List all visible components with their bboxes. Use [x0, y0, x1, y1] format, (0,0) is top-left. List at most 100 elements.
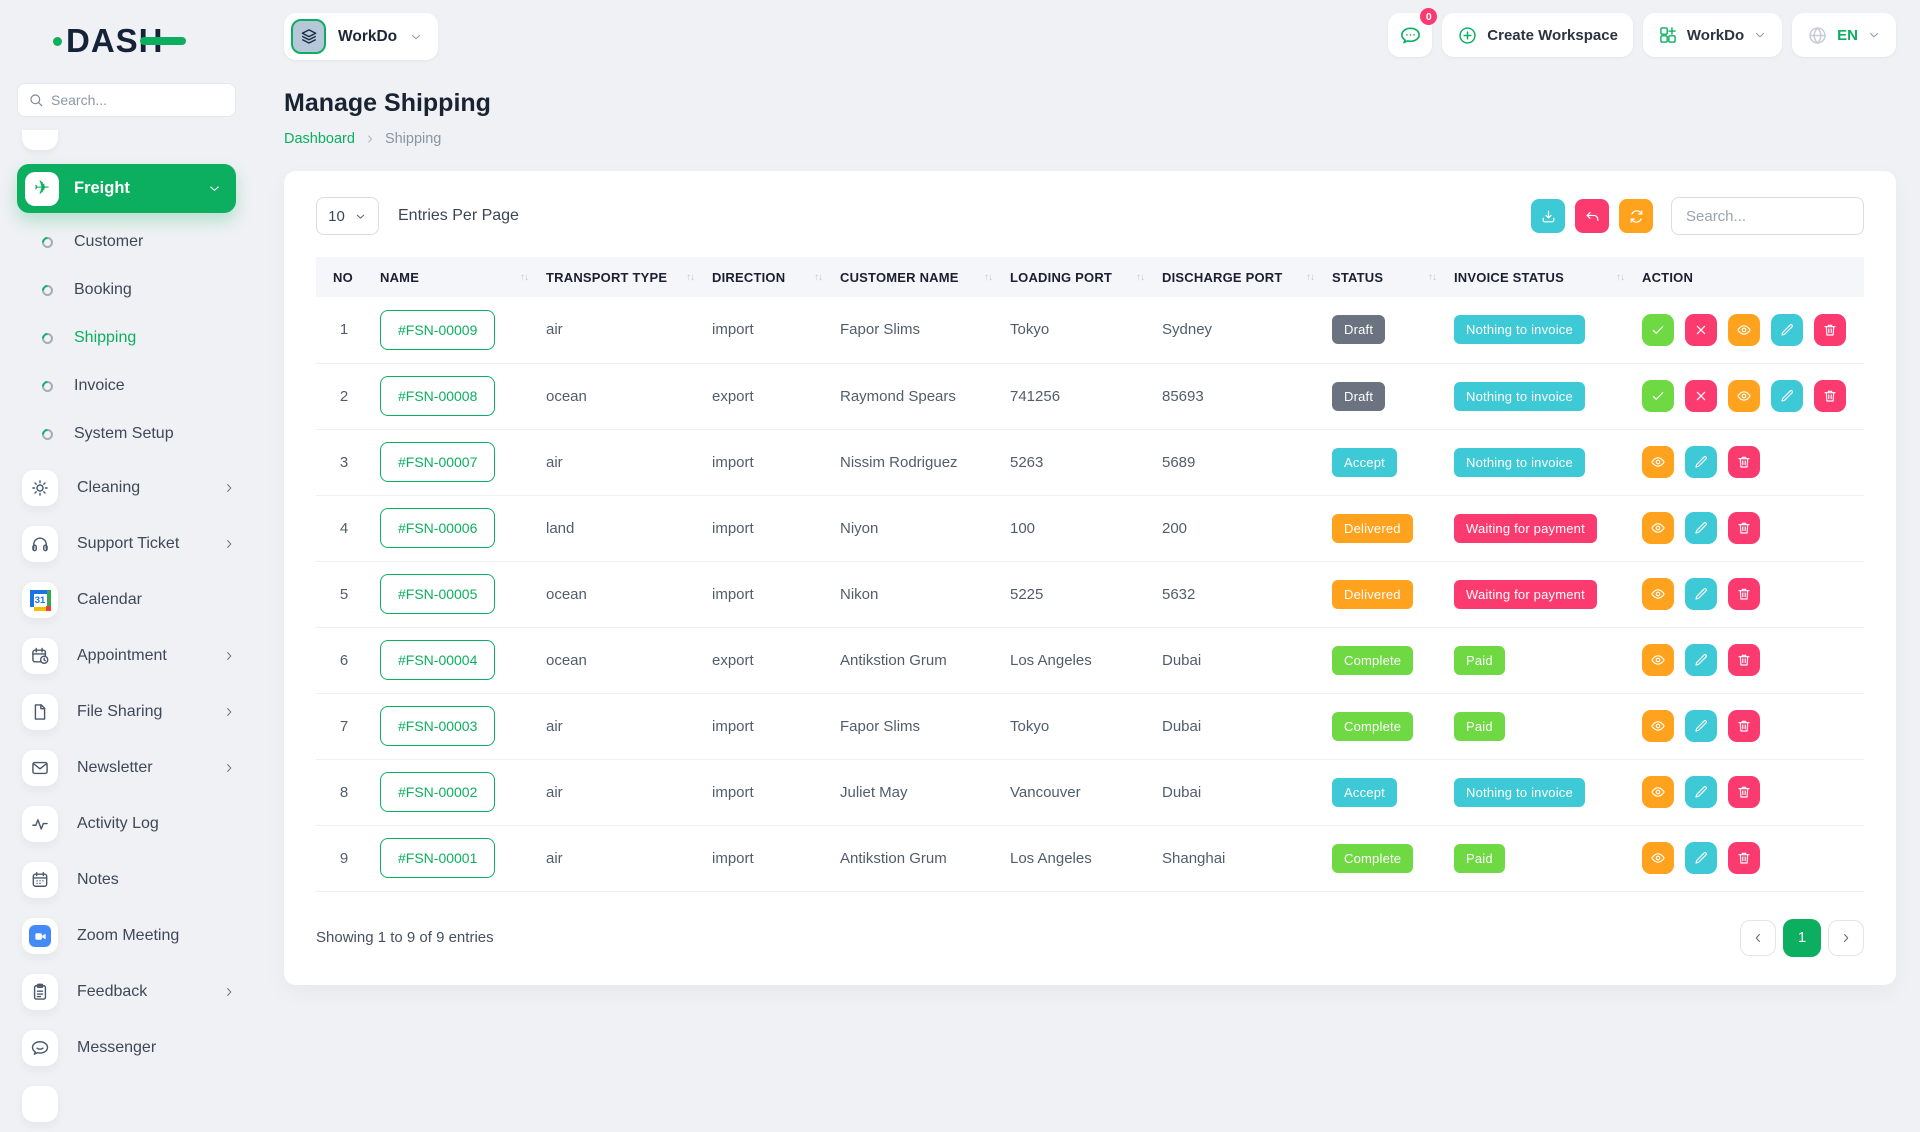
- sidebar-item-freight[interactable]: ✈ Freight: [17, 164, 236, 213]
- edit-button[interactable]: [1685, 842, 1717, 874]
- sidebar-item-messenger[interactable]: Messenger: [17, 1020, 236, 1076]
- shipment-name-link[interactable]: #FSN-00001: [380, 838, 495, 878]
- shipment-name-link[interactable]: #FSN-00007: [380, 442, 495, 482]
- sidebar-search-input[interactable]: [51, 92, 225, 108]
- column-invoice-status[interactable]: INVOICE STATUS↑↓: [1446, 257, 1634, 297]
- delete-button[interactable]: [1728, 710, 1760, 742]
- edit-button[interactable]: [1685, 446, 1717, 478]
- view-button[interactable]: [1642, 578, 1674, 610]
- messages-button[interactable]: 0: [1388, 13, 1432, 57]
- column-direction[interactable]: DIRECTION↑↓: [704, 257, 832, 297]
- edit-button[interactable]: [1685, 512, 1717, 544]
- view-button[interactable]: [1728, 380, 1760, 412]
- sidebar-item-calendar[interactable]: 31 Calendar: [17, 572, 236, 628]
- sidebar-item-system-setup[interactable]: System Setup: [17, 410, 236, 458]
- undo-button[interactable]: [1575, 199, 1609, 233]
- sidebar-item-newsletter[interactable]: Newsletter: [17, 740, 236, 796]
- approve-button[interactable]: [1642, 380, 1674, 412]
- refresh-button[interactable]: [1619, 199, 1653, 233]
- shipment-name-link[interactable]: #FSN-00004: [380, 640, 495, 680]
- check-icon: [1650, 388, 1666, 404]
- view-button[interactable]: [1642, 842, 1674, 874]
- pagination-next-button[interactable]: [1828, 920, 1864, 956]
- view-button[interactable]: [1642, 710, 1674, 742]
- status-badge: Draft: [1332, 382, 1385, 411]
- workspace-selector[interactable]: WorkDo: [284, 13, 438, 60]
- status-badge: Complete: [1332, 844, 1413, 873]
- edit-button[interactable]: [1771, 380, 1803, 412]
- delete-button[interactable]: [1728, 842, 1760, 874]
- shipment-name-link[interactable]: #FSN-00002: [380, 772, 495, 812]
- edit-button[interactable]: [1685, 710, 1717, 742]
- entries-per-page-label: Entries Per Page: [398, 207, 519, 225]
- view-button[interactable]: [1642, 446, 1674, 478]
- direction-cell: export: [704, 627, 832, 693]
- column-loading-port[interactable]: LOADING PORT↑↓: [1002, 257, 1154, 297]
- messages-badge: 0: [1420, 8, 1437, 25]
- column-transport-type[interactable]: TRANSPORT TYPE↑↓: [538, 257, 704, 297]
- pagination-page-1[interactable]: 1: [1783, 919, 1821, 957]
- table-row: 3 #FSN-00007 air import Nissim Rodriguez…: [316, 429, 1864, 495]
- sidebar-item-customer[interactable]: Customer: [17, 218, 236, 266]
- shipment-name-link[interactable]: #FSN-00006: [380, 508, 495, 548]
- delete-button[interactable]: [1728, 446, 1760, 478]
- row-number: 2: [316, 363, 372, 429]
- shipment-name-link[interactable]: #FSN-00003: [380, 706, 495, 746]
- column-status[interactable]: STATUS↑↓: [1324, 257, 1446, 297]
- workdo-menu-button[interactable]: WorkDo: [1643, 13, 1782, 57]
- sidebar-item-activity-log[interactable]: Activity Log: [17, 796, 236, 852]
- delete-button[interactable]: [1814, 314, 1846, 346]
- customer-name-cell: Raymond Spears: [832, 363, 1002, 429]
- undo-icon: [1584, 208, 1601, 225]
- sidebar-item-feedback[interactable]: Feedback: [17, 964, 236, 1020]
- pencil-icon: [1693, 784, 1709, 800]
- direction-cell: import: [704, 693, 832, 759]
- view-button[interactable]: [1642, 512, 1674, 544]
- delete-button[interactable]: [1728, 776, 1760, 808]
- status-badge: Accept: [1332, 778, 1397, 807]
- sidebar-menu: ✈ Freight Customer Booking Shipping Invo…: [17, 130, 236, 1132]
- breadcrumb-dashboard-link[interactable]: Dashboard: [284, 131, 355, 147]
- approve-button[interactable]: [1642, 314, 1674, 346]
- table-search-input[interactable]: [1671, 197, 1864, 235]
- sidebar-item-shipping[interactable]: Shipping: [17, 314, 236, 362]
- shipment-name-link[interactable]: #FSN-00008: [380, 376, 495, 416]
- circle-icon: [40, 378, 56, 394]
- delete-button[interactable]: [1814, 380, 1846, 412]
- edit-button[interactable]: [1771, 314, 1803, 346]
- language-selector[interactable]: EN: [1792, 13, 1896, 57]
- sidebar-item-cleaning[interactable]: Cleaning: [17, 460, 236, 516]
- pagination-prev-button[interactable]: [1740, 920, 1776, 956]
- edit-button[interactable]: [1685, 776, 1717, 808]
- table-row: 7 #FSN-00003 air import Fapor Slims Toky…: [316, 693, 1864, 759]
- view-button[interactable]: [1642, 644, 1674, 676]
- delete-button[interactable]: [1728, 578, 1760, 610]
- view-button[interactable]: [1642, 776, 1674, 808]
- reject-button[interactable]: [1685, 314, 1717, 346]
- reject-button[interactable]: [1685, 380, 1717, 412]
- create-workspace-button[interactable]: Create Workspace: [1442, 13, 1633, 57]
- sidebar-item-support-ticket[interactable]: Support Ticket: [17, 516, 236, 572]
- column-name[interactable]: NAME↑↓: [372, 257, 538, 297]
- discharge-port-cell: 85693: [1154, 363, 1324, 429]
- sidebar-item-zoom-meeting[interactable]: Zoom Meeting: [17, 908, 236, 964]
- pulse-icon: [22, 806, 58, 842]
- entries-per-page-select[interactable]: 10: [316, 197, 379, 235]
- sidebar-item-booking[interactable]: Booking: [17, 266, 236, 314]
- sidebar-item-invoice[interactable]: Invoice: [17, 362, 236, 410]
- column-customer-name[interactable]: CUSTOMER NAME↑↓: [832, 257, 1002, 297]
- view-button[interactable]: [1728, 314, 1760, 346]
- export-button[interactable]: [1531, 199, 1565, 233]
- delete-button[interactable]: [1728, 644, 1760, 676]
- delete-button[interactable]: [1728, 512, 1760, 544]
- shipment-name-link[interactable]: #FSN-00009: [380, 310, 495, 350]
- sidebar-item-notes[interactable]: Notes: [17, 852, 236, 908]
- sidebar-item-appointment[interactable]: Appointment: [17, 628, 236, 684]
- edit-button[interactable]: [1685, 578, 1717, 610]
- shipment-name-link[interactable]: #FSN-00005: [380, 574, 495, 614]
- sidebar-item-label: Cleaning: [77, 479, 222, 497]
- sidebar-item-label: Messenger: [77, 1039, 236, 1057]
- sidebar-item-file-sharing[interactable]: File Sharing: [17, 684, 236, 740]
- column-discharge-port[interactable]: DISCHARGE PORT↑↓: [1154, 257, 1324, 297]
- edit-button[interactable]: [1685, 644, 1717, 676]
